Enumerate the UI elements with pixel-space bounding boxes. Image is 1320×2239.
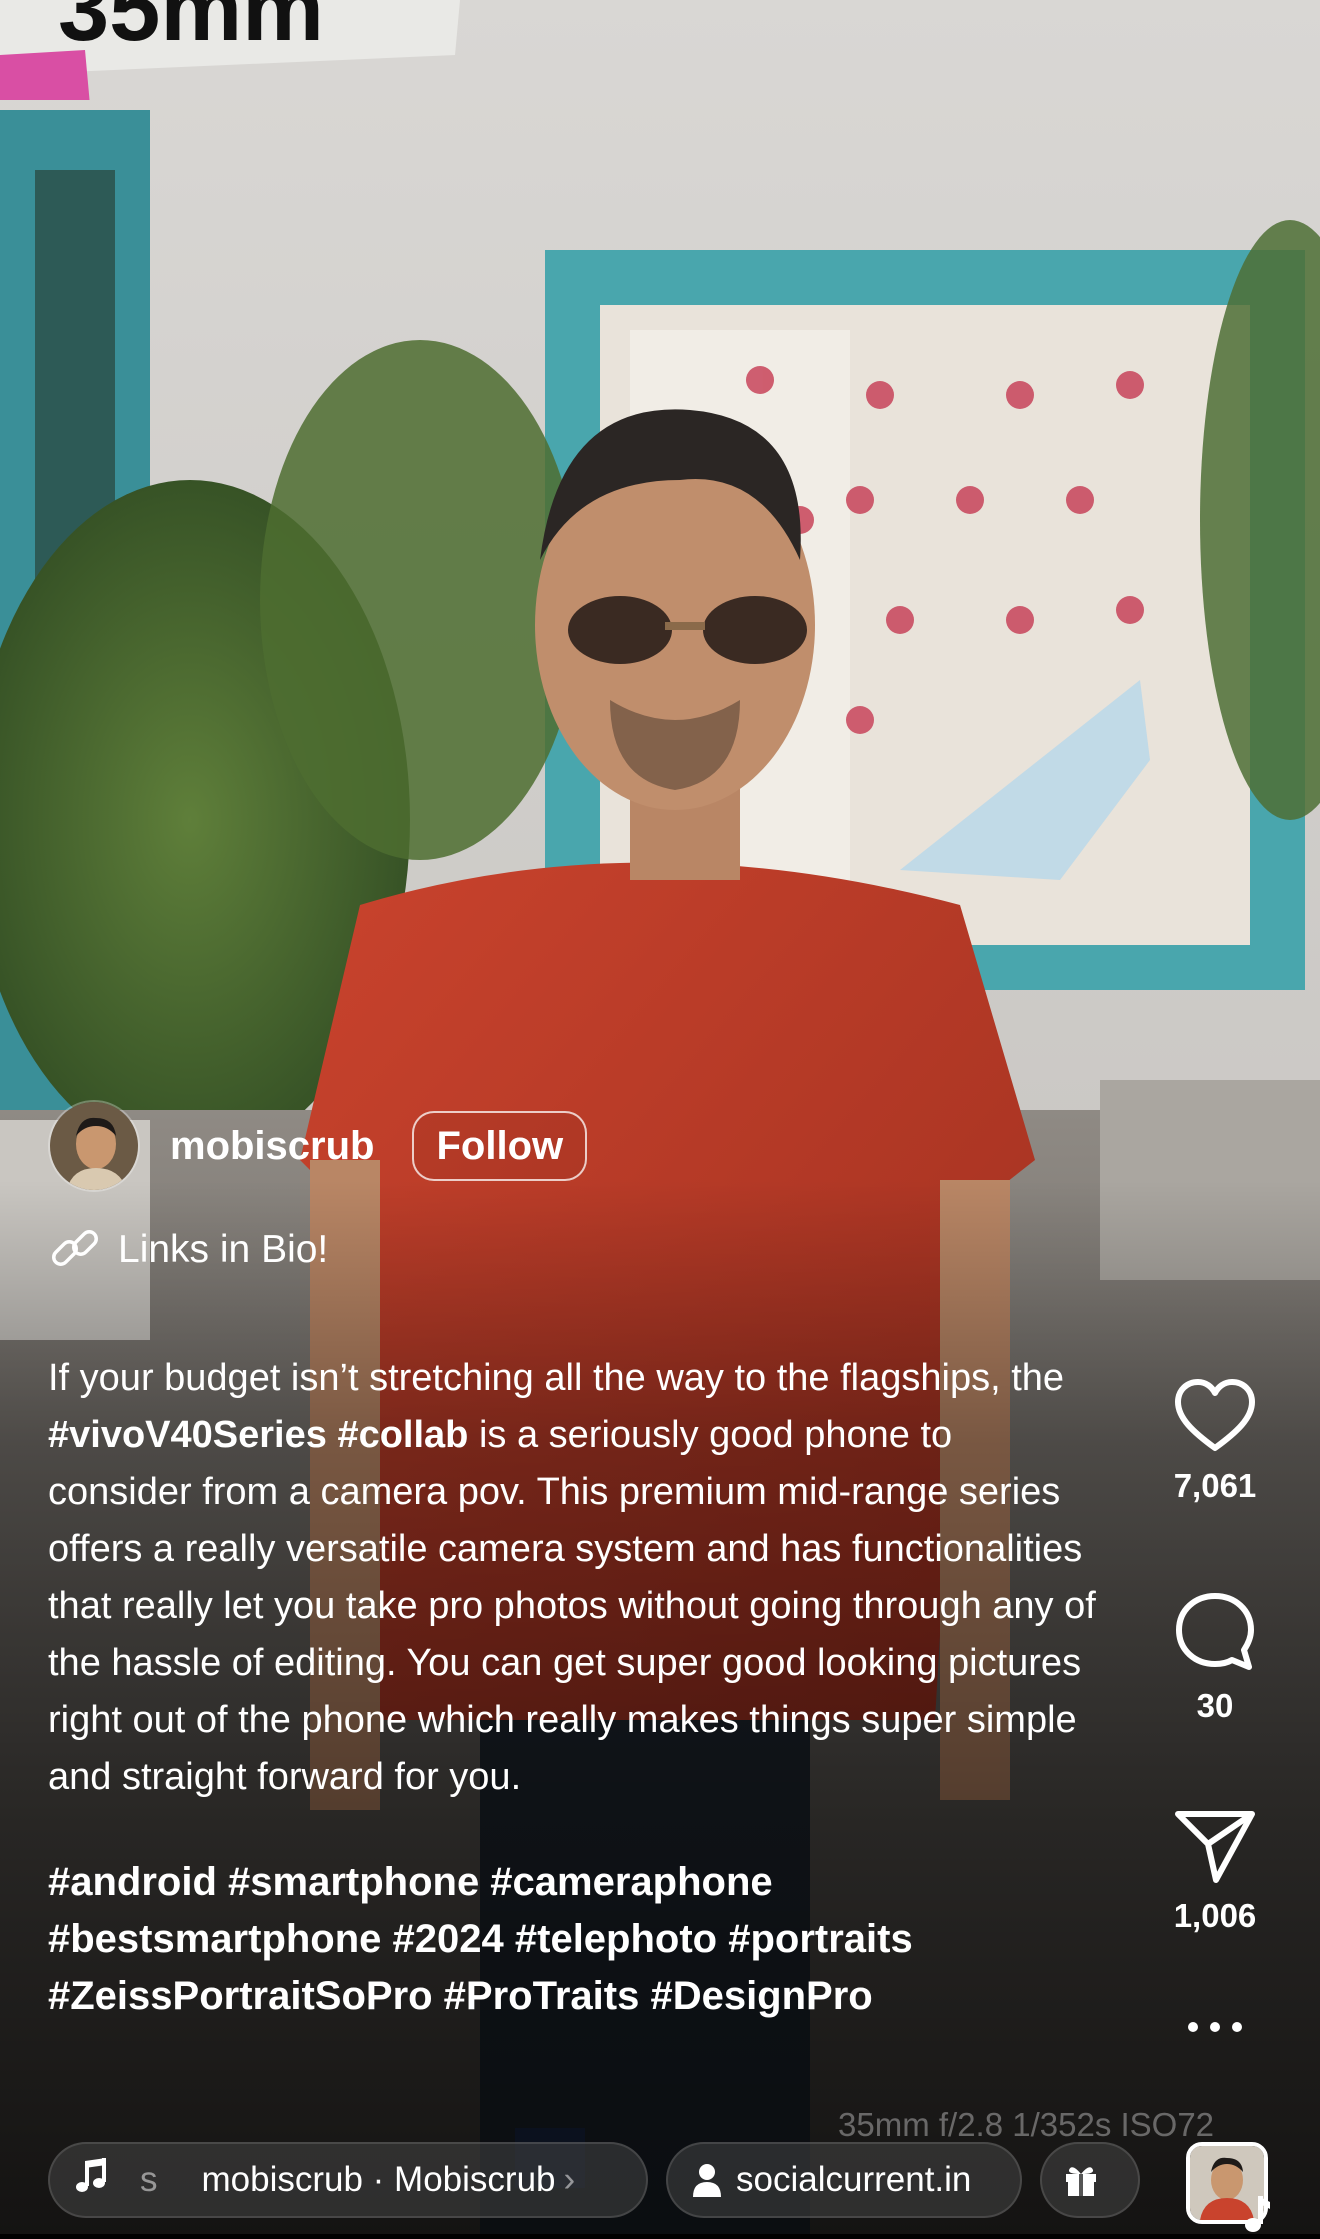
caption-text: If your budget isn’t stretching all the … bbox=[48, 1357, 1096, 1798]
like-action: 7,061 bbox=[1110, 1378, 1320, 1505]
hashtag-link[interactable]: #vivoV40Series bbox=[48, 1414, 327, 1456]
photo-sticker: 35mm bbox=[0, 0, 470, 110]
gift-chip[interactable] bbox=[1040, 2142, 1140, 2218]
bottom-chips: s mobiscrub · Mobiscrub › socialcurrent.… bbox=[48, 2142, 1140, 2218]
comment-count: 30 bbox=[1196, 1687, 1234, 1724]
share-action: 1,006 bbox=[1110, 1808, 1320, 1935]
follow-button[interactable]: Follow bbox=[412, 1111, 588, 1181]
audio-prefix: s bbox=[140, 2160, 158, 2199]
avatar[interactable] bbox=[48, 1100, 140, 1192]
bio-link-label: Links in Bio! bbox=[118, 1228, 329, 1271]
tagged-user-chip[interactable]: socialcurrent.in bbox=[666, 2142, 1022, 2218]
tagged-user-label: socialcurrent.in bbox=[736, 2160, 972, 2199]
comment-action: 30 bbox=[1110, 1590, 1320, 1725]
share-count: 1,006 bbox=[1173, 1897, 1257, 1934]
more-action bbox=[1110, 2020, 1320, 2039]
author-username[interactable]: mobiscrub bbox=[170, 1124, 374, 1169]
audio-chip[interactable]: s mobiscrub · Mobiscrub › bbox=[48, 2142, 648, 2218]
comment-icon[interactable] bbox=[1173, 1590, 1257, 1679]
caption-hashtags[interactable]: #android #smartphone #cameraphone #bests… bbox=[48, 1854, 1098, 2025]
author-row: mobiscrub Follow bbox=[48, 1098, 588, 1194]
audio-label: mobiscrub · Mobiscrub bbox=[201, 2160, 556, 2199]
camera-watermark: 35mm f/2.8 1/352s ISO72 bbox=[838, 2106, 1215, 2143]
heart-icon[interactable] bbox=[1173, 1378, 1257, 1459]
hashtag-link[interactable]: #collab bbox=[337, 1414, 468, 1456]
more-icon[interactable] bbox=[1185, 2020, 1245, 2039]
sticker-text: 35mm bbox=[58, 0, 324, 60]
music-note-icon bbox=[1236, 2194, 1270, 2239]
post-caption[interactable]: If your budget isn’t stretching all the … bbox=[48, 1350, 1098, 2025]
link-icon bbox=[48, 1222, 104, 1278]
music-note-icon bbox=[76, 2157, 108, 2203]
like-count: 7,061 bbox=[1173, 1467, 1257, 1504]
bio-link[interactable]: Links in Bio! bbox=[48, 1222, 328, 1278]
send-icon[interactable] bbox=[1174, 1808, 1256, 1889]
audio-chevron: › bbox=[563, 2160, 576, 2199]
person-icon bbox=[692, 2163, 722, 2197]
gift-icon bbox=[1064, 2163, 1098, 2197]
